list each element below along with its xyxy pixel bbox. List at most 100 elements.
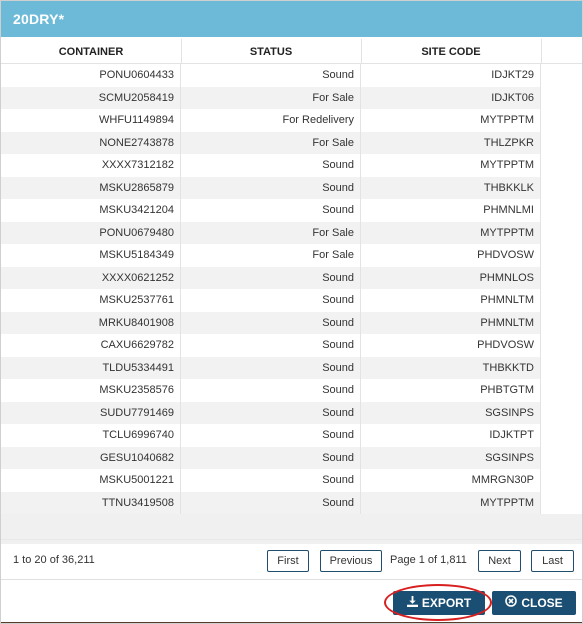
table-row[interactable]: MSKU5184349 For Sale PHDVOSW: [1, 244, 541, 267]
last-page-button[interactable]: Last: [531, 550, 574, 572]
cell-status: Sound: [181, 469, 361, 492]
cell-site-code: IDJKTPT: [361, 424, 541, 447]
table-row[interactable]: MSKU2537761 Sound PHMNLTM: [1, 289, 541, 312]
cell-site-code: PHMNLTM: [361, 311, 541, 334]
cell-container: MSKU5001221: [1, 469, 181, 492]
cell-container: CAXU6629782: [1, 334, 181, 357]
grid-dialog: 20DRY* CONTAINER STATUS SITE CODE PONU06…: [0, 0, 583, 624]
cell-site-code: THBKKLK: [361, 176, 541, 199]
cell-site-code: PHDVOSW: [361, 334, 541, 357]
download-icon: [406, 591, 418, 615]
cell-container: MRKU8401908: [1, 311, 181, 334]
cell-site-code: PHDVOSW: [361, 244, 541, 267]
cell-status: Sound: [181, 401, 361, 424]
cell-status: Sound: [181, 266, 361, 289]
table-row[interactable]: MSKU3421204 Sound PHMNLMI: [1, 199, 541, 222]
cell-status: Sound: [181, 334, 361, 357]
container-grid: CONTAINER STATUS SITE CODE PONU0604433 So…: [1, 39, 582, 544]
cell-container: SUDU7791469: [1, 401, 181, 424]
close-circle-icon: [505, 591, 518, 615]
cell-site-code: MYTPPTM: [361, 491, 541, 514]
table-row[interactable]: TCLU6996740 Sound IDJKTPT: [1, 424, 541, 447]
export-label: EXPORT: [421, 596, 472, 610]
column-header-status[interactable]: STATUS: [181, 39, 362, 63]
cell-site-code: MMRGN30P: [361, 469, 541, 492]
cell-container: SCMU2058419: [1, 86, 181, 109]
table-row[interactable]: SUDU7791469 Sound SGSINPS: [1, 401, 541, 424]
cell-status: Sound: [181, 154, 361, 177]
pager: 1 to 20 of 36,211 First Previous Page 1 …: [1, 539, 582, 580]
cell-site-code: SGSINPS: [361, 446, 541, 469]
table-row[interactable]: MSKU5001221 Sound MMRGN30P: [1, 469, 541, 492]
grid-header: CONTAINER STATUS SITE CODE: [1, 39, 582, 64]
cell-site-code: IDJKT29: [361, 64, 541, 87]
cell-container: TLDU5334491: [1, 356, 181, 379]
grid-body: PONU0604433 Sound IDJKT29 SCMU2058419 For Sa…: [1, 64, 541, 514]
cell-site-code: THLZPKR: [361, 131, 541, 154]
table-row[interactable]: GESU1040682 Sound SGSINPS: [1, 446, 541, 469]
cell-site-code: PHMNLTM: [361, 289, 541, 312]
cell-status: Sound: [181, 379, 361, 402]
table-row[interactable]: TTNU3419508 Sound MYTPPTM: [1, 491, 541, 514]
cell-site-code: MYTPPTM: [361, 154, 541, 177]
table-row[interactable]: MRKU8401908 Sound PHMNLTM: [1, 311, 541, 334]
column-header-container[interactable]: CONTAINER: [1, 39, 182, 63]
table-row[interactable]: PONU0679480 For Sale MYTPPTM: [1, 221, 541, 244]
cell-container: MSKU3421204: [1, 199, 181, 222]
cell-status: Sound: [181, 199, 361, 222]
cell-container: MSKU2358576: [1, 379, 181, 402]
cell-container: XXXX0621252: [1, 266, 181, 289]
close-button[interactable]: CLOSE: [492, 591, 576, 615]
cell-container: MSKU2865879: [1, 176, 181, 199]
close-label: CLOSE: [521, 596, 563, 610]
cell-status: Sound: [181, 356, 361, 379]
table-row[interactable]: WHFU1149894 For Redelivery MYTPPTM: [1, 109, 541, 132]
table-row[interactable]: SCMU2058419 For Sale IDJKT06: [1, 86, 541, 109]
cell-status: For Sale: [181, 244, 361, 267]
cell-site-code: PHMNLOS: [361, 266, 541, 289]
cell-site-code: MYTPPTM: [361, 109, 541, 132]
cell-status: Sound: [181, 446, 361, 469]
table-row[interactable]: PONU0604433 Sound IDJKT29: [1, 64, 541, 87]
table-row[interactable]: MSKU2358576 Sound PHBTGTM: [1, 379, 541, 402]
record-range: 1 to 20 of 36,211: [13, 554, 95, 566]
cell-container: XXXX7312182: [1, 154, 181, 177]
cell-status: For Sale: [181, 86, 361, 109]
page-indicator: Page 1 of 1,811: [390, 554, 467, 566]
cell-container: PONU0604433: [1, 64, 181, 87]
cell-container: GESU1040682: [1, 446, 181, 469]
cell-status: For Redelivery: [181, 109, 361, 132]
first-page-button[interactable]: First: [267, 550, 309, 572]
table-row[interactable]: TLDU5334491 Sound THBKKTD: [1, 356, 541, 379]
table-row[interactable]: MSKU2865879 Sound THBKKLK: [1, 176, 541, 199]
table-row[interactable]: XXXX7312182 Sound MYTPPTM: [1, 154, 541, 177]
cell-container: TCLU6996740: [1, 424, 181, 447]
table-row[interactable]: NONE2743878 For Sale THLZPKR: [1, 131, 541, 154]
cell-container: WHFU1149894: [1, 109, 181, 132]
cell-site-code: SGSINPS: [361, 401, 541, 424]
previous-page-button[interactable]: Previous: [320, 550, 382, 572]
cell-status: For Sale: [181, 221, 361, 244]
cell-status: Sound: [181, 311, 361, 334]
cell-site-code: PHMNLMI: [361, 199, 541, 222]
cell-status: Sound: [181, 289, 361, 312]
cell-status: For Sale: [181, 131, 361, 154]
dialog-footer: EXPORT CLOSE: [1, 579, 582, 623]
column-header-site-code[interactable]: SITE CODE: [361, 39, 542, 63]
next-page-button[interactable]: Next: [478, 550, 521, 572]
export-button[interactable]: EXPORT: [393, 591, 485, 615]
cell-site-code: IDJKT06: [361, 86, 541, 109]
table-row[interactable]: XXXX0621252 Sound PHMNLOS: [1, 266, 541, 289]
cell-container: NONE2743878: [1, 131, 181, 154]
cell-site-code: PHBTGTM: [361, 379, 541, 402]
cell-site-code: MYTPPTM: [361, 221, 541, 244]
cell-container: MSKU5184349: [1, 244, 181, 267]
cell-container: MSKU2537761: [1, 289, 181, 312]
table-row[interactable]: CAXU6629782 Sound PHDVOSW: [1, 334, 541, 357]
cell-status: Sound: [181, 176, 361, 199]
cell-container: PONU0679480: [1, 221, 181, 244]
cell-status: Sound: [181, 424, 361, 447]
cell-status: Sound: [181, 491, 361, 514]
cell-site-code: THBKKTD: [361, 356, 541, 379]
title-bar: 20DRY*: [1, 1, 582, 37]
